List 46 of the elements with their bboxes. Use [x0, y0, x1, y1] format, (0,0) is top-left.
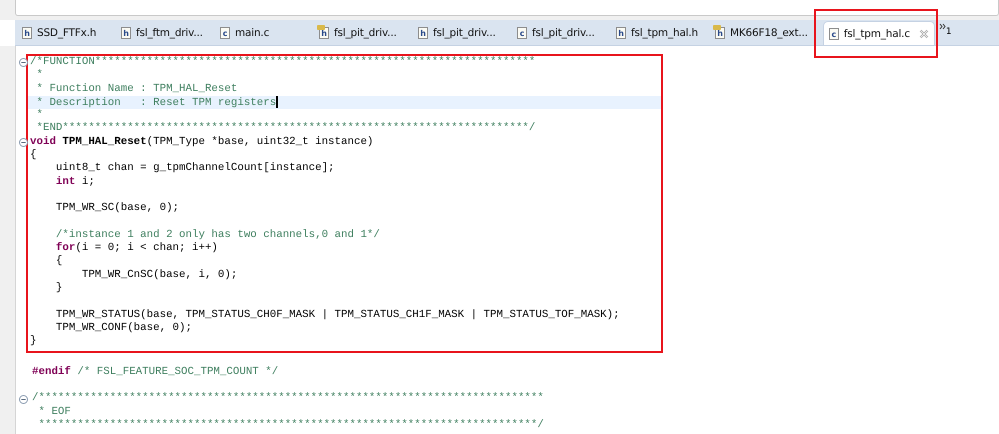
code-line: void TPM_HAL_Reset(TPM_Type *base, uint32_t instance) — [30, 136, 374, 149]
editor-tab[interactable]: h MK66F18_ext... — [710, 21, 813, 45]
editor-tab[interactable]: h fsl_pit_driv... — [413, 21, 512, 45]
code-line: } — [30, 335, 36, 349]
file-icon: c — [517, 27, 527, 39]
code-line: #endif /* FSL_FEATURE_SOC_TPM_COUNT */ — [32, 366, 278, 380]
code-line: * — [35, 109, 43, 122]
file-icon: h — [616, 27, 626, 39]
collapse-icon[interactable] — [18, 58, 28, 68]
file-icon: h — [121, 27, 131, 39]
file-icon: h — [22, 27, 32, 39]
code-line: uint8_t chan = g_tpmChannelCount[instance]; — [54, 162, 335, 176]
collapse-icon[interactable] — [18, 138, 28, 147]
file-icon: h — [715, 27, 725, 39]
file-icon: h — [418, 27, 428, 39]
code-line: TPM_WR_CONF(base, 0); — [54, 322, 192, 336]
editor-tab[interactable]: c main.c — [215, 21, 314, 45]
code-line: { — [30, 149, 36, 162]
editor-tab[interactable]: h fsl_ftm_driv... — [116, 21, 215, 45]
close-icon[interactable] — [918, 28, 929, 38]
code-line: * Description : Reset TPM registers — [35, 96, 278, 109]
editor-tab[interactable]: c fsl_pit_driv... — [512, 21, 611, 45]
file-icon: c — [828, 28, 839, 40]
code-line: *****************************************************************************/ — [37, 419, 544, 432]
code-line: /****************************************************************************** — [32, 392, 544, 406]
file-icon: h — [319, 27, 329, 39]
code-line: int i; — [54, 176, 95, 189]
code-line: /*instance 1 and 2 only has two channels,0 and 1*/ — [54, 228, 380, 242]
code-line: } — [54, 282, 62, 296]
code-line: /*FUNCTION******************************************************************** — [30, 56, 536, 69]
code-line: TPM_WR_CnSC(base, i, 0); — [80, 268, 238, 282]
code-line: * EOF — [37, 406, 71, 419]
code-line: { — [54, 255, 62, 269]
code-line: TPM_WR_STATUS(base, TPM_STATUS_CH0F_MASK | TPM_STATUS_CH1F_MASK | TPM_STATUS_TOF_MASK); — [54, 308, 620, 322]
code-line: *END************************************************************************/ — [35, 122, 536, 136]
editor-tab[interactable]: h SSD_FTFx.h — [17, 21, 116, 45]
code-line: TPM_WR_SC(base, 0); — [54, 202, 180, 216]
more-tabs-button[interactable]: 1 — [934, 23, 952, 45]
code-line: * — [35, 69, 43, 83]
collapse-icon[interactable] — [18, 394, 28, 404]
code-line: for(i = 0; i < chan; i++) — [54, 242, 218, 255]
code-line: * Function Name : TPM_HAL_Reset — [35, 82, 238, 96]
chevron-icon — [938, 23, 946, 30]
editor-tab[interactable]: h fsl_pit_driv... — [314, 21, 413, 45]
editor-tab[interactable]: h fsl_tpm_hal.h — [611, 21, 710, 45]
file-icon: c — [220, 27, 230, 39]
